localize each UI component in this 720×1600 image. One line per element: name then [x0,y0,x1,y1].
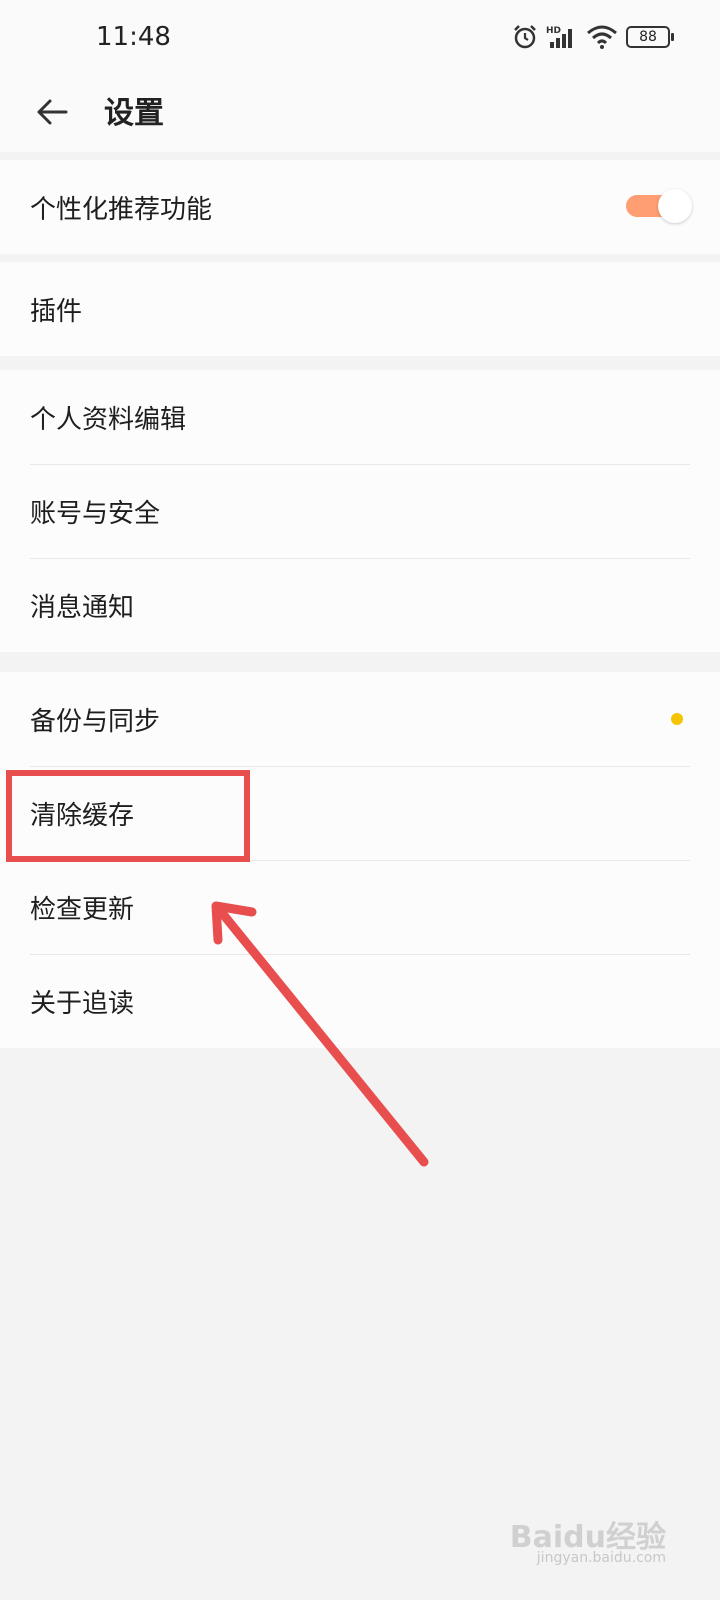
annotation-arrow-icon [211,901,429,1167]
watermark-url: jingyan.baidu.com [536,1550,666,1566]
watermark: Baidu经验 jingyan.baidu.com [510,1512,666,1566]
